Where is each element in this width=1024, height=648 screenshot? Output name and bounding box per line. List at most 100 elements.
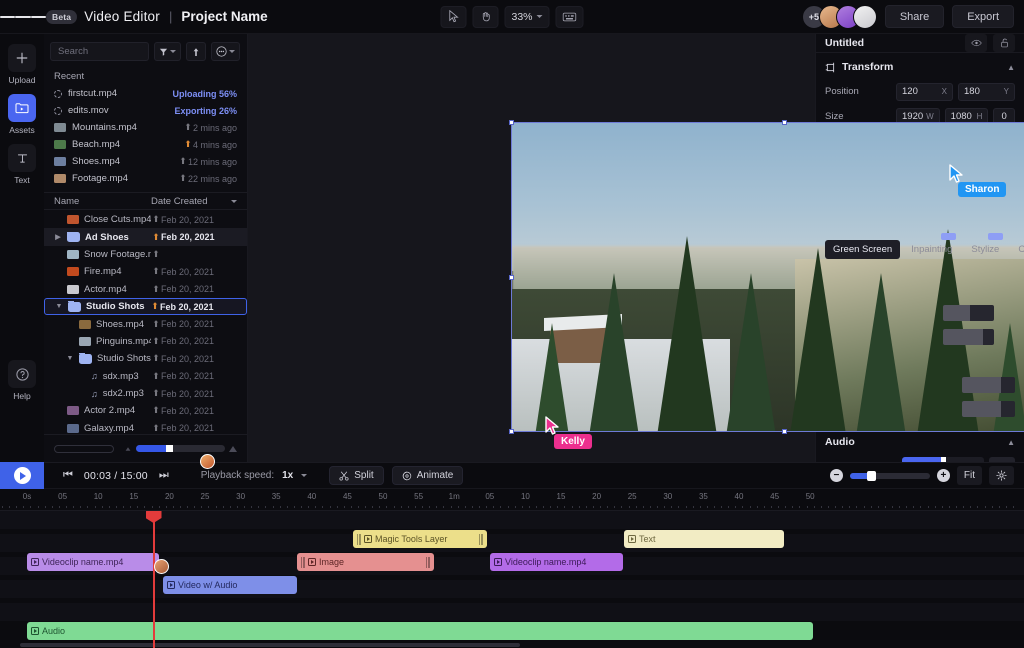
timeline-ruler[interactable]: 0s 05 10 15 20 25 30 35 40 45 50 55 1m 05 10 15 20 25 30 35… [0,489,1024,511]
sort-button[interactable] [186,42,206,61]
clip-grip-right[interactable] [479,533,483,545]
timeline-tracks[interactable]: Magic Tools Layer Text Videoclip name.mp4 I… [0,511,1024,648]
timeline-clip[interactable]: Magic Tools Layer [353,530,487,548]
sidebar-item-upload[interactable]: Upload [0,44,44,85]
more-button[interactable] [211,42,240,61]
recent-item[interactable]: firstcut.mp4 Uploading 56% [50,85,241,102]
position-x-input[interactable]: 120 X [896,82,953,101]
chevron-up-icon[interactable]: ▲ [1007,438,1015,447]
magic-tool-tab-green-screen[interactable]: Green Screen [825,240,901,259]
resize-handle-bottom-center[interactable] [782,429,787,434]
column-header-date[interactable]: Date Created [151,196,237,207]
fit-button[interactable]: Fit [956,466,982,485]
chevron-down-icon[interactable]: ▼ [55,303,63,310]
view-toggle[interactable] [54,444,114,453]
timeline-zoom-slider[interactable] [849,470,930,481]
recent-item[interactable]: Footage.mp4 ⬆ 22 mins ago [50,170,241,187]
timeline-clip[interactable]: Audio [27,622,813,640]
hamburger-menu-icon[interactable] [0,14,46,20]
magic-tool-tab-colorize[interactable]: Colorize [1010,240,1024,259]
tree-row[interactable]: ♫ sdx2.mp3 ⬆ Feb 20, 2021 [44,385,247,402]
resize-handle-left[interactable] [509,274,514,280]
position-y-input[interactable]: 180 Y [958,82,1015,101]
timeline-clip[interactable]: Text [624,530,784,548]
timeline-clip[interactable]: Videoclip name.mp4 [27,553,159,571]
canvas-area[interactable]: Sharon Kelly [248,34,1024,462]
share-button[interactable]: Share [884,5,945,28]
tree-row[interactable]: Shoes.mp4 ⬆ Feb 20, 2021 [44,315,247,332]
playback-speed-value[interactable]: 1x [282,470,293,481]
column-header-name[interactable]: Name [54,196,151,207]
tree-row[interactable]: ▶ Ad Shoes ⬆ Feb 20, 2021 [44,228,247,246]
search-input[interactable]: Search [50,42,149,61]
zoom-slider-knob[interactable] [867,470,877,481]
project-name[interactable]: Project Name [181,9,267,24]
effect-slider[interactable] [962,376,1015,393]
recent-item[interactable]: edits.mov Exporting 26% [50,102,241,119]
timeline-settings-button[interactable] [989,466,1014,485]
tree-row[interactable]: ▼ Studio Shots ⬆ Feb 20, 2021 [44,297,247,316]
timeline-clip[interactable]: Video w/ Audio [163,576,297,594]
recent-item[interactable]: Beach.mp4 ⬆ 4 mins ago [50,136,241,153]
audio-header[interactable]: Audio ▲ [825,436,1015,448]
assets-tree[interactable]: Close Cuts.mp4 ⬆ Feb 20, 2021 ▶ Ad Shoes ⬆ Feb… [44,210,247,434]
recent-item[interactable]: Mountains.mp4 ⬆ 2 mins ago [50,119,241,136]
skip-next-icon[interactable]: ⏭ [159,469,169,482]
clip-grip-right[interactable] [426,556,430,568]
tree-row[interactable]: Actor.mp4 ⬆ Feb 20, 2021 [44,281,247,298]
magic-tool-tab-stylize[interactable]: Stylize [963,233,1007,259]
avatar[interactable] [852,4,877,29]
effect-slider[interactable] [943,328,994,345]
tree-row[interactable]: Pinguins.mp4 ⬆ Feb 20, 2021 [44,333,247,350]
chevron-down-icon[interactable] [301,474,308,477]
timeline-clip[interactable]: Videoclip name.mp4 [490,553,623,571]
chevron-right-icon[interactable]: ▶ [54,233,62,241]
tree-row[interactable]: Galaxy.mp4 ⬆ Feb 20, 2021 [44,420,247,434]
chevron-down-icon[interactable]: ▼ [66,355,74,362]
sidebar-item-text[interactable]: Text [0,144,44,185]
export-button[interactable]: Export [952,5,1014,28]
visibility-toggle[interactable] [965,34,987,52]
filter-button[interactable] [154,42,181,61]
timeline-clip[interactable]: Image [297,553,434,571]
keyboard-shortcuts-button[interactable] [555,5,584,28]
resize-handle-bottom-left[interactable] [509,429,514,434]
chevron-down-icon[interactable] [231,199,237,203]
animate-button[interactable]: Animate [391,466,464,485]
recent-item[interactable]: Shoes.mp4 ⬆ 12 mins ago [50,153,241,170]
tree-row[interactable]: Snow Footage.mp4⬆ [44,246,247,263]
ai-magic-tools-tabs[interactable]: Green Screen Inpainting Stylize Colorize [825,233,1024,259]
tree-row[interactable]: ▼ Studio Shots 2⬆Feb 20, 2021 [44,350,247,367]
resize-handle-top-center[interactable] [782,120,787,125]
clip-grip-left[interactable] [301,556,305,568]
hand-tool-button[interactable] [472,5,499,28]
lock-toggle[interactable] [993,34,1015,52]
zoom-level-dropdown[interactable]: 33% [504,5,550,28]
tree-row[interactable]: Close Cuts.mp4 ⬆ Feb 20, 2021 [44,211,247,228]
select-tool-button[interactable] [440,5,467,28]
plus-circle-icon[interactable]: + [936,469,950,482]
tree-row[interactable]: Fire.mp4 ⬆ Feb 20, 2021 [44,263,247,280]
skip-prev-icon[interactable]: ⏮ [63,469,73,482]
collaborator-avatars[interactable]: +5 [801,4,877,29]
tree-row[interactable]: ♫ sdx.mp3 ⬆ Feb 20, 2021 [44,368,247,385]
ruler-tick-label: 40 [734,492,744,501]
slider-track[interactable] [136,445,225,452]
play-button[interactable] [0,462,44,489]
effect-slider[interactable] [943,304,994,321]
transform-header[interactable]: Transform ▲ [825,61,1015,73]
sidebar-item-assets[interactable]: Assets [0,94,44,135]
minus-circle-icon[interactable]: − [829,469,843,482]
inspector-title[interactable]: Untitled [825,37,959,49]
slider-knob[interactable] [166,445,174,452]
magic-tool-tab-inpainting[interactable]: Inpainting [903,233,960,259]
playhead[interactable] [145,511,162,648]
split-button[interactable]: Split [329,466,384,485]
effect-slider[interactable] [962,400,1015,417]
chevron-up-icon[interactable]: ▲ [1007,63,1015,72]
thumbnail-size-slider[interactable] [124,445,237,452]
resize-handle-top-left[interactable] [509,120,514,125]
sidebar-item-help[interactable]: Help [0,360,44,401]
clip-grip-left[interactable] [357,533,361,545]
tree-row[interactable]: Actor 2.mp4 ⬆ Feb 20, 2021 [44,402,247,419]
